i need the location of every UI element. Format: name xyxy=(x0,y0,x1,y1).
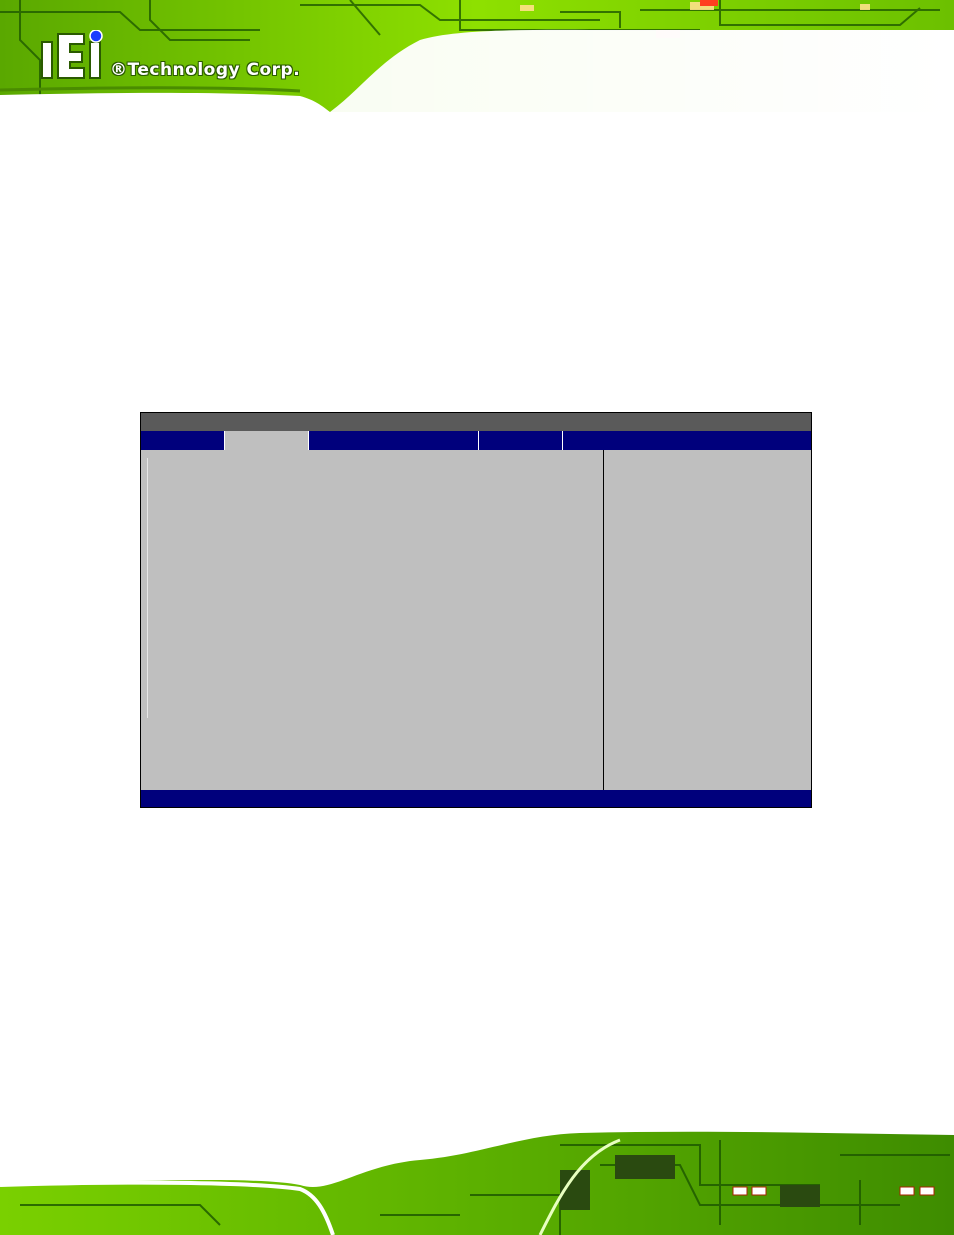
bios-tab-2-active[interactable] xyxy=(225,431,309,450)
company-name: ®Technology Corp. xyxy=(110,60,301,80)
bios-tab-4[interactable] xyxy=(479,431,563,450)
iei-logo-mark xyxy=(41,29,103,79)
bios-settings-panel xyxy=(141,450,603,790)
bios-title-bar xyxy=(141,413,811,431)
bios-help-panel xyxy=(603,450,811,790)
bios-status-bar xyxy=(141,790,811,807)
pcb-footer-graphic xyxy=(0,1125,954,1235)
bios-menu-bar xyxy=(141,431,811,450)
bios-panel-divider xyxy=(147,458,148,718)
bios-screenshot xyxy=(140,412,812,808)
header-banner: ®Technology Corp. xyxy=(0,0,954,112)
bios-tab-5[interactable] xyxy=(563,431,811,450)
bios-tab-3[interactable] xyxy=(309,431,479,450)
bios-tab-1[interactable] xyxy=(141,431,225,450)
footer-banner xyxy=(0,1125,954,1235)
